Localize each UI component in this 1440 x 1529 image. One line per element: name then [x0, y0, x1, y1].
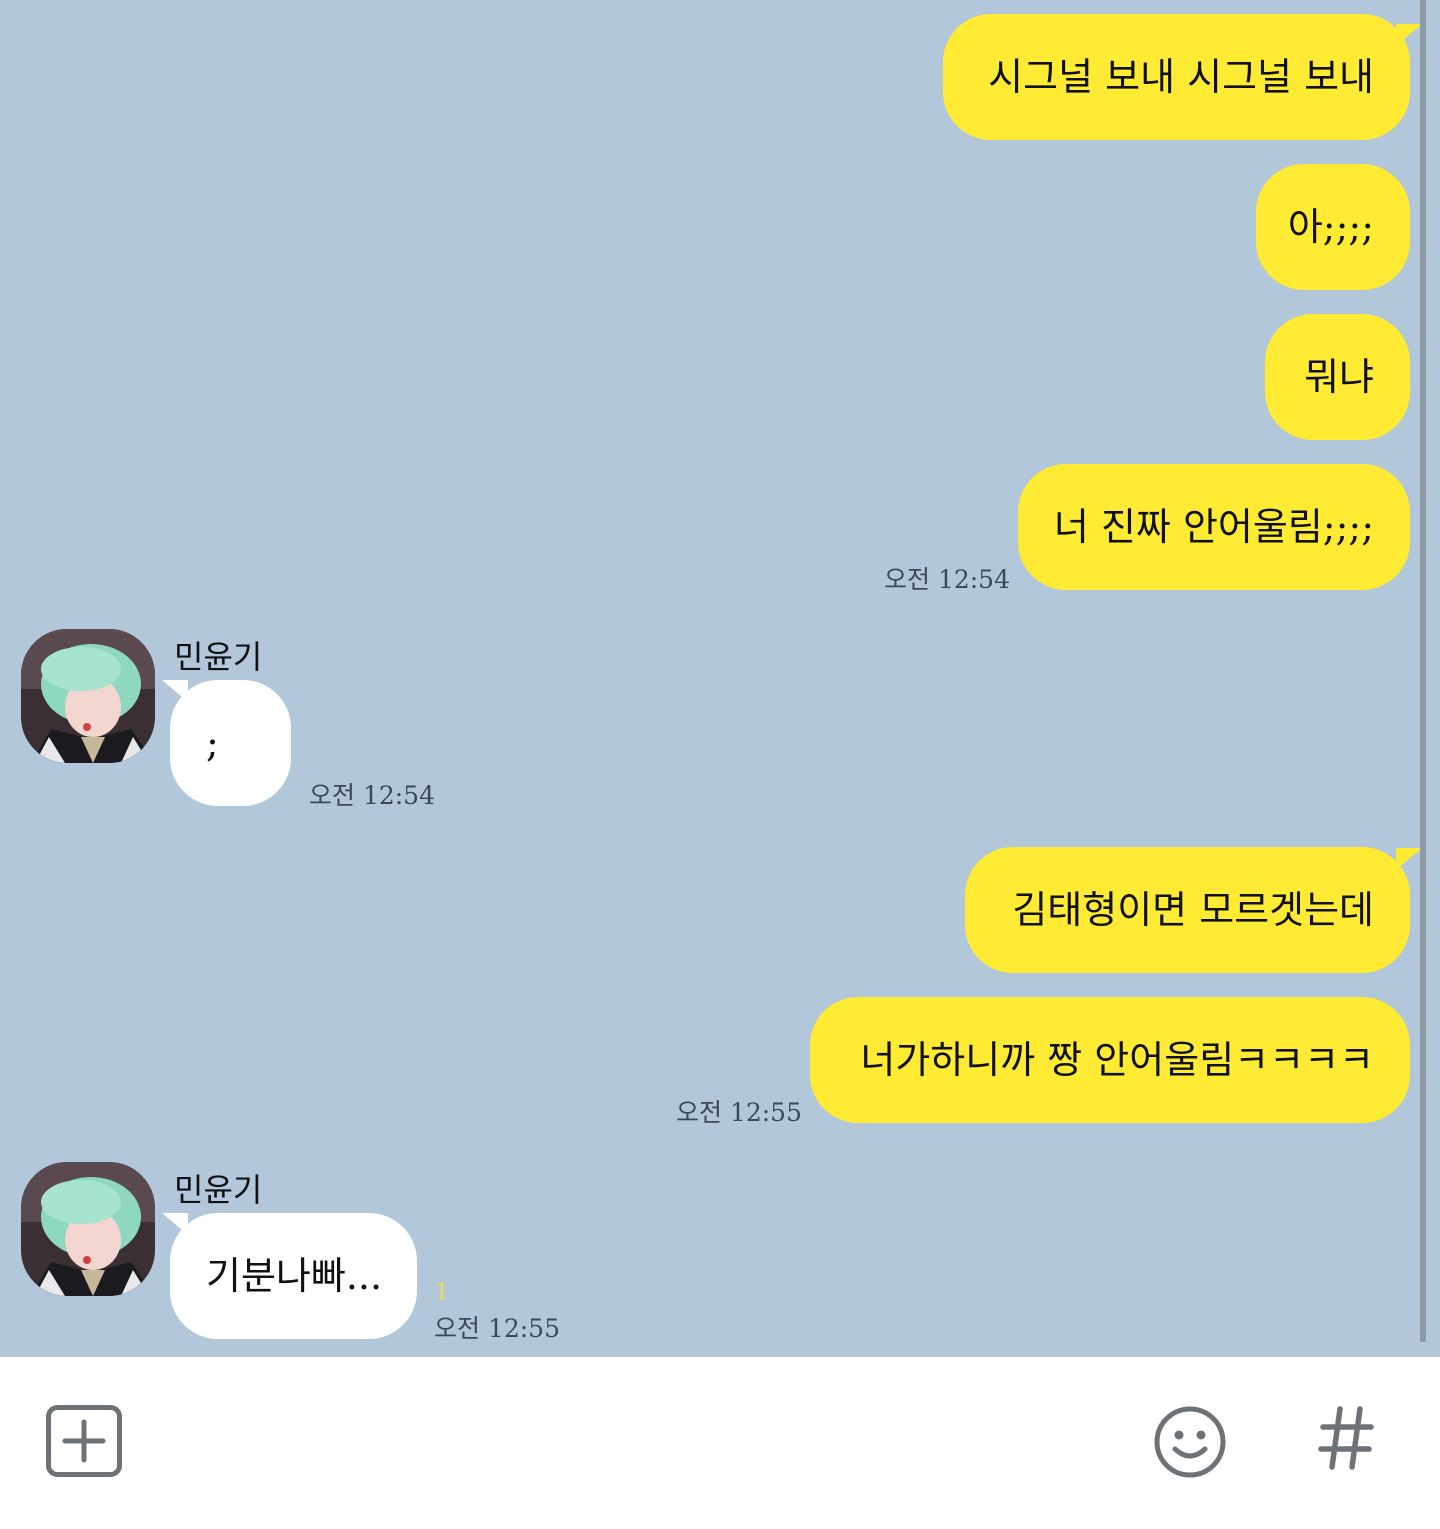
- avatar[interactable]: [21, 1162, 155, 1296]
- chat-area[interactable]: 시그널 보내 시그널 보내 아;;;; 뭐냐 너 진짜 안어울림;;;; 오전 …: [0, 0, 1440, 1357]
- message-text: 너 진짜 안어울림;;;;: [1053, 505, 1374, 549]
- unread-count: 1: [435, 1280, 449, 1305]
- message-timestamp: 오전 12:54: [309, 781, 435, 810]
- their-message-bubble[interactable]: ;: [170, 680, 291, 806]
- scrollbar[interactable]: [1420, 0, 1426, 1342]
- message-text: 아;;;;: [1287, 205, 1374, 249]
- message-timestamp: 오전 12:55: [676, 1098, 802, 1127]
- message-timestamp: 오전 12:55: [434, 1314, 560, 1343]
- message-text: 김태형이면 모르겟는데: [1012, 888, 1374, 932]
- smiley-icon[interactable]: [1153, 1405, 1227, 1479]
- message-text: 시그널 보내 시그널 보내: [988, 55, 1374, 99]
- sender-name: 민윤기: [174, 1171, 263, 1209]
- bubble-tail: [1396, 24, 1422, 46]
- message-text: 기분나빠...: [206, 1254, 383, 1298]
- my-message-bubble[interactable]: 시그널 보내 시그널 보내: [943, 14, 1410, 140]
- avatar[interactable]: [21, 629, 155, 763]
- my-message-bubble[interactable]: 너 진짜 안어울림;;;;: [1018, 464, 1410, 590]
- avatar-image: [21, 629, 155, 763]
- input-bar: [0, 1357, 1440, 1529]
- message-text: ;: [206, 721, 219, 765]
- my-message-bubble[interactable]: 너가하니까 짱 안어울림ㅋㅋㅋㅋ: [810, 997, 1410, 1123]
- message-text: 너가하니까 짱 안어울림ㅋㅋㅋㅋ: [860, 1038, 1374, 1082]
- message-text: 뭐냐: [1304, 355, 1374, 399]
- sender-name: 민윤기: [174, 638, 263, 676]
- my-message-bubble[interactable]: 뭐냐: [1265, 314, 1410, 440]
- their-message-bubble[interactable]: 기분나빠...: [170, 1213, 417, 1339]
- my-message-bubble[interactable]: 김태형이면 모르겟는데: [965, 847, 1410, 973]
- message-timestamp: 오전 12:54: [884, 565, 1010, 594]
- hashtag-icon[interactable]: [1318, 1405, 1374, 1471]
- bubble-tail: [1396, 848, 1422, 870]
- my-message-bubble[interactable]: 아;;;;: [1256, 164, 1410, 290]
- avatar-image: [21, 1162, 155, 1296]
- plus-square-icon[interactable]: [46, 1405, 122, 1477]
